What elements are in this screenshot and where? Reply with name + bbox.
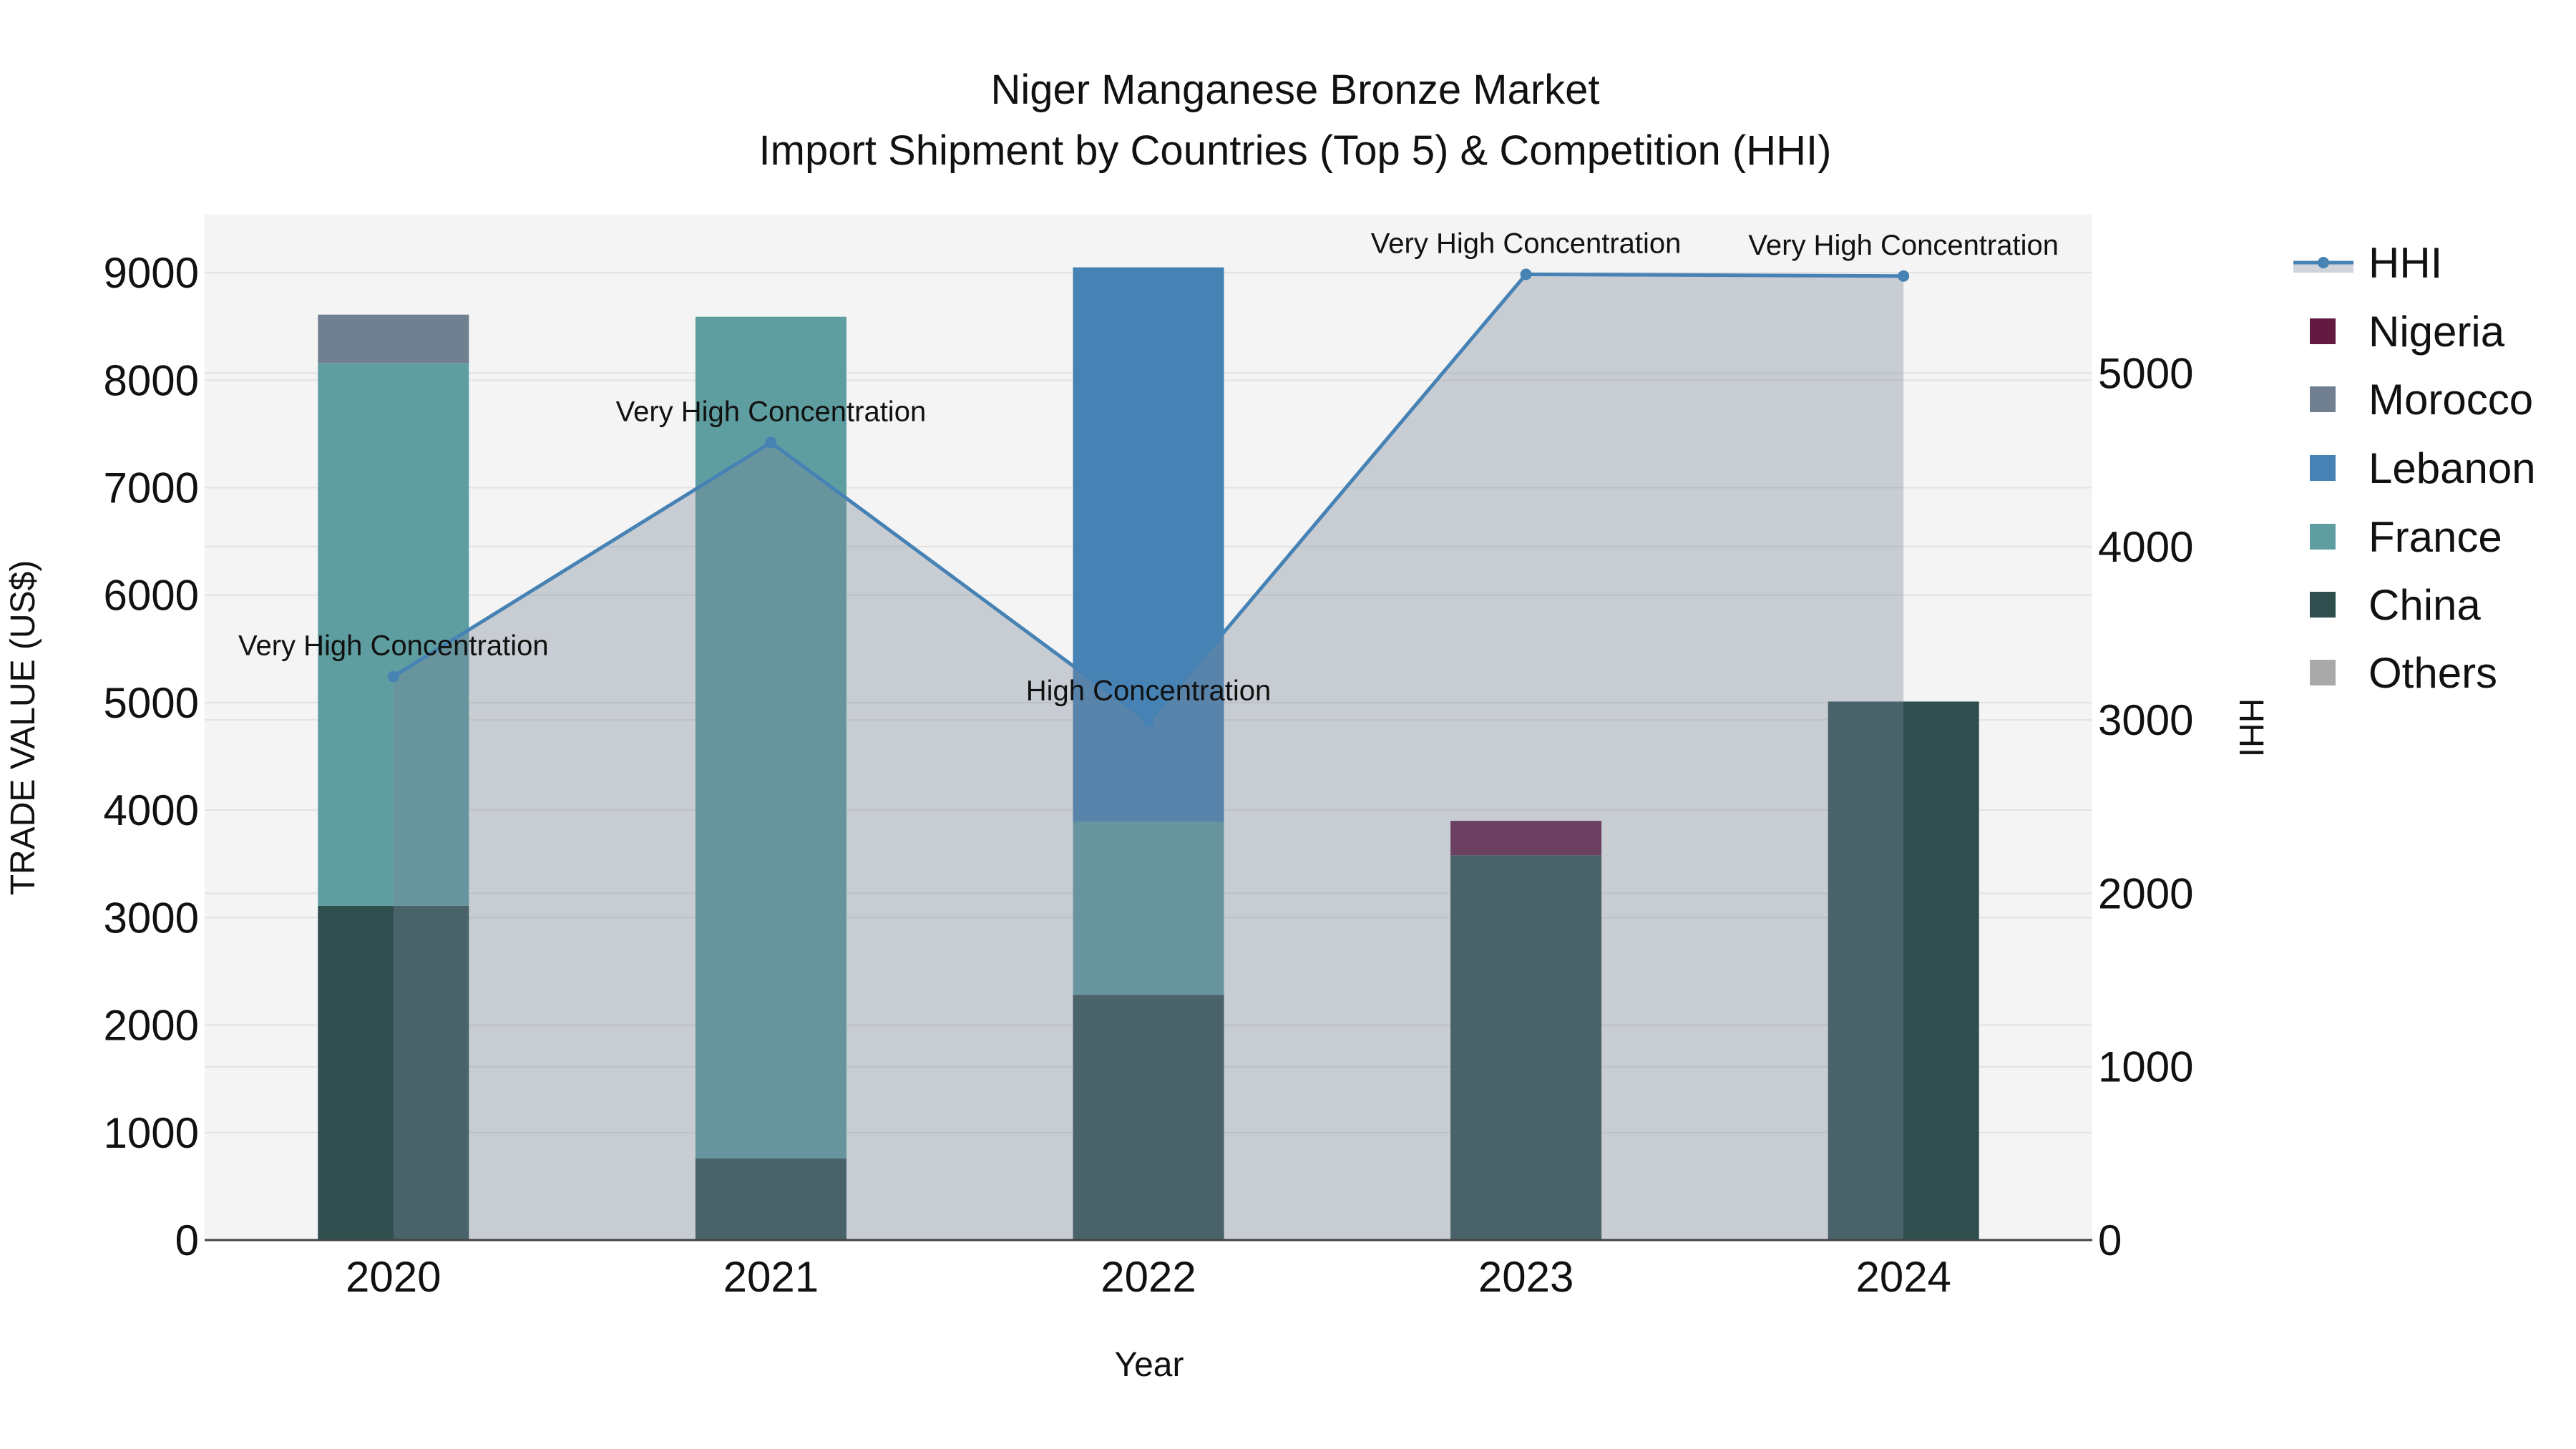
legend: HHI Nigeria Morocco Lebanon France China Other…: [2293, 239, 2536, 697]
y-tick-label: 8000: [104, 356, 199, 404]
y-tick-label: 0: [175, 1216, 199, 1264]
legend-swatch-lebanon: [2310, 455, 2336, 481]
legend-label-nigeria: Nigeria: [2368, 308, 2505, 356]
chart-title: Niger Manganese Bronze Market: [990, 67, 1599, 113]
legend-label-france: France: [2368, 513, 2502, 561]
y-tick-label: 2000: [104, 1002, 199, 1050]
hhi-annotation: Very High Concentration: [1748, 230, 2059, 261]
legend-swatch-france: [2310, 524, 2336, 550]
legend-label-morocco: Morocco: [2368, 376, 2533, 424]
legend-swatch-china: [2310, 592, 2336, 618]
y2-tick-label: 0: [2098, 1216, 2122, 1264]
legend-swatch-morocco: [2310, 386, 2336, 412]
chart-subtitle: Import Shipment by Countries (Top 5) & C…: [759, 127, 1832, 174]
y2-tick-label: 3000: [2098, 696, 2193, 744]
hhi-point-2023: [1520, 268, 1532, 280]
y-tick-label: 1000: [104, 1109, 199, 1157]
y2-axis-title: HHI: [2232, 698, 2270, 758]
y-tick-label: 5000: [104, 679, 199, 727]
legend-swatch-nigeria: [2310, 318, 2336, 344]
y2-tick-label: 5000: [2098, 349, 2193, 397]
legend-label-others: Others: [2368, 649, 2497, 697]
hhi-annotation: Very High Concentration: [238, 630, 549, 662]
y-axis-title: TRADE VALUE (US$): [4, 560, 42, 896]
x-axis-title: Year: [1115, 1346, 1184, 1384]
legend-label-china: China: [2368, 581, 2481, 629]
y2-tick-label: 2000: [2098, 869, 2193, 917]
y-tick-label: 9000: [104, 249, 199, 297]
x-tick-label: 2021: [723, 1253, 819, 1301]
x-tick-label: 2022: [1101, 1253, 1196, 1301]
bar-morocco-2020: [318, 314, 469, 364]
y2-tick-label: 4000: [2098, 523, 2193, 571]
legend-label-lebanon: Lebanon: [2368, 444, 2536, 492]
x-tick-label: 2023: [1478, 1253, 1574, 1301]
y-tick-label: 4000: [104, 786, 199, 834]
y-tick-label: 6000: [104, 572, 199, 620]
hhi-point-2021: [765, 436, 777, 449]
chart: Very High Concentration Very High Concent…: [4, 67, 2536, 1384]
hhi-point-2024: [1898, 270, 1910, 282]
hhi-annotation: Very High Concentration: [1371, 228, 1682, 259]
legend-label-hhi: HHI: [2368, 239, 2442, 287]
legend-swatch-others: [2310, 660, 2336, 686]
y-tick-label: 3000: [104, 894, 199, 942]
legend-hhi-marker-icon: [2318, 257, 2329, 268]
hhi-point-2020: [387, 670, 399, 683]
y-tick-label: 7000: [104, 464, 199, 512]
y2-tick-label: 1000: [2098, 1043, 2193, 1091]
hhi-point-2022: [1143, 716, 1154, 728]
hhi-annotation: Very High Concentration: [616, 396, 927, 427]
x-tick-label: 2020: [346, 1253, 441, 1301]
x-tick-label: 2024: [1855, 1253, 1951, 1301]
hhi-annotation: High Concentration: [1026, 675, 1271, 707]
